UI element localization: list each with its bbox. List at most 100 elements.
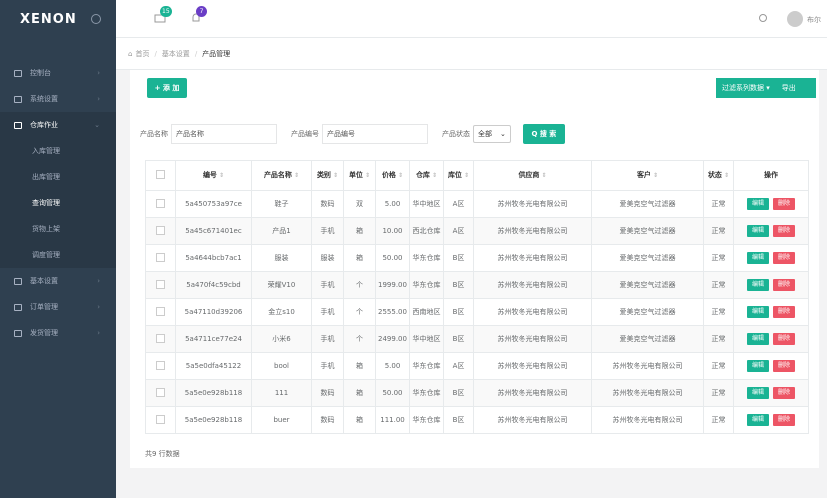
- table-row: 5a45c671401ec 产品1 手机箱 10.00 西北仓库 A区 苏州牧冬光电有限公司…: [145, 217, 809, 245]
- table-cell: 爱美克空气过滤器: [591, 244, 704, 272]
- user-name[interactable]: 布尔: [807, 15, 827, 25]
- table-cell: 5.00: [375, 190, 410, 218]
- ship-icon: [14, 329, 22, 337]
- table-cell: 苏州牧冬光电有限公司: [473, 217, 592, 245]
- edit-button[interactable]: 编辑: [747, 414, 769, 426]
- delete-button[interactable]: 删除: [773, 252, 795, 264]
- table-cell: 苏州牧冬光电有限公司: [473, 406, 592, 434]
- column-header[interactable]: 价格 ⇕: [375, 160, 410, 191]
- row-checkbox[interactable]: [156, 333, 165, 343]
- sidebar-item-6[interactable]: 货物上架: [0, 216, 116, 242]
- edit-button[interactable]: 编辑: [747, 360, 769, 372]
- column-header[interactable]: 状态 ⇕: [703, 160, 734, 191]
- sidebar-item-0[interactable]: 控制台 ›: [0, 60, 116, 86]
- row-checkbox[interactable]: [156, 306, 165, 316]
- edit-button[interactable]: 编辑: [747, 225, 769, 237]
- edit-button[interactable]: 编辑: [747, 279, 769, 291]
- table-cell: 爱美克空气过滤器: [591, 217, 704, 245]
- table-cell: 5a4711ce77e24: [175, 325, 252, 353]
- app-logo[interactable]: XENON: [0, 0, 116, 38]
- table-cell: buer: [251, 406, 312, 434]
- row-checkbox[interactable]: [156, 360, 165, 370]
- header-check: [145, 160, 176, 191]
- search-button[interactable]: Q 搜 索: [522, 124, 565, 144]
- delete-button[interactable]: 删除: [773, 279, 795, 291]
- sidebar-item-label: 系统设置: [30, 95, 58, 103]
- column-header-label: 产品名称: [263, 171, 292, 179]
- sort-icon: ⇕: [650, 172, 659, 179]
- table-cell: 苏州牧冬光电有限公司: [591, 379, 704, 407]
- status-value: 全部: [478, 130, 492, 138]
- actions-cell: 编辑 删除: [733, 298, 809, 326]
- delete-button[interactable]: 删除: [773, 360, 795, 372]
- table-cell: 华东仓库: [409, 379, 444, 407]
- table-cell: 手机: [311, 352, 344, 380]
- column-header[interactable]: 库位 ⇕: [443, 160, 474, 191]
- column-header: 操作: [733, 160, 809, 191]
- row-checkbox[interactable]: [156, 198, 165, 208]
- filter-dropdown[interactable]: 过滤系列数据 ▾: [716, 78, 776, 98]
- table-cell: 华东仓库: [409, 352, 444, 380]
- sort-icon: ⇕: [395, 172, 404, 179]
- row-checkbox[interactable]: [156, 387, 165, 397]
- delete-button[interactable]: 删除: [773, 414, 795, 426]
- sidebar-item-3[interactable]: 入库管理: [0, 138, 116, 164]
- search-icon[interactable]: [759, 14, 767, 22]
- edit-button[interactable]: 编辑: [747, 198, 769, 210]
- row-checkbox[interactable]: [156, 414, 165, 424]
- sidebar-item-5[interactable]: 查询管理: [0, 190, 116, 216]
- row-check-cell: [145, 271, 176, 299]
- column-header[interactable]: 类别 ⇕: [311, 160, 344, 191]
- table-cell: 箱: [343, 244, 376, 272]
- bell-icon[interactable]: 7: [190, 6, 207, 24]
- sidebar-item-2[interactable]: 仓库作业 ⌄: [0, 112, 116, 138]
- sidebar-item-10[interactable]: 发货管理 ›: [0, 320, 116, 346]
- column-header[interactable]: 编号 ⇕: [175, 160, 252, 191]
- table-cell: B区: [443, 298, 474, 326]
- delete-button[interactable]: 删除: [773, 198, 795, 210]
- delete-button[interactable]: 删除: [773, 306, 795, 318]
- column-header[interactable]: 客户 ⇕: [591, 160, 704, 191]
- table-cell: 华东仓库: [409, 406, 444, 434]
- sidebar-item-label: 入库管理: [32, 147, 60, 155]
- messages-icon[interactable]: 15: [154, 6, 172, 24]
- delete-button[interactable]: 删除: [773, 387, 795, 399]
- gear-icon[interactable]: [90, 14, 101, 24]
- sidebar-item-8[interactable]: 基本设置 ›: [0, 268, 116, 294]
- sidebar-item-9[interactable]: 订单管理 ›: [0, 294, 116, 320]
- name-label: 产品名称: [140, 130, 168, 138]
- table-cell: B区: [443, 406, 474, 434]
- breadcrumb-home[interactable]: 首页: [135, 49, 149, 59]
- edit-button[interactable]: 编辑: [747, 252, 769, 264]
- product-name-input[interactable]: 产品名称: [171, 124, 277, 144]
- edit-button[interactable]: 编辑: [747, 333, 769, 345]
- delete-button[interactable]: 删除: [773, 225, 795, 237]
- column-header-label: 操作: [764, 171, 778, 179]
- sort-icon: ⇕: [461, 172, 470, 179]
- delete-button[interactable]: 删除: [773, 333, 795, 345]
- status-select[interactable]: 全部 ⌄: [473, 125, 511, 143]
- sidebar-item-4[interactable]: 出库管理: [0, 164, 116, 190]
- column-header[interactable]: 产品名称 ⇕: [251, 160, 312, 191]
- export-button[interactable]: 导出: [776, 78, 802, 98]
- add-button[interactable]: + 添 加: [147, 78, 187, 98]
- sidebar-item-1[interactable]: 系统设置 ›: [0, 86, 116, 112]
- table-cell: 111: [251, 379, 312, 407]
- product-code-input[interactable]: 产品编号: [322, 124, 428, 144]
- sort-icon: ⇕: [291, 172, 300, 179]
- warehouse-icon: [14, 121, 22, 129]
- sidebar-item-7[interactable]: 调度管理: [0, 242, 116, 268]
- select-all-checkbox[interactable]: [156, 169, 165, 179]
- row-checkbox[interactable]: [156, 279, 165, 289]
- column-header[interactable]: 供应商 ⇕: [473, 160, 592, 191]
- edit-button[interactable]: 编辑: [747, 306, 769, 318]
- actions-cell: 编辑 删除: [733, 352, 809, 380]
- edit-button[interactable]: 编辑: [747, 387, 769, 399]
- row-checkbox[interactable]: [156, 225, 165, 235]
- column-header[interactable]: 仓库 ⇕: [409, 160, 444, 191]
- table-cell: 双: [343, 190, 376, 218]
- row-checkbox[interactable]: [156, 252, 165, 262]
- breadcrumb-settings[interactable]: 基本设置: [162, 49, 190, 59]
- column-header[interactable]: 单位 ⇕: [343, 160, 376, 191]
- avatar[interactable]: [787, 11, 803, 27]
